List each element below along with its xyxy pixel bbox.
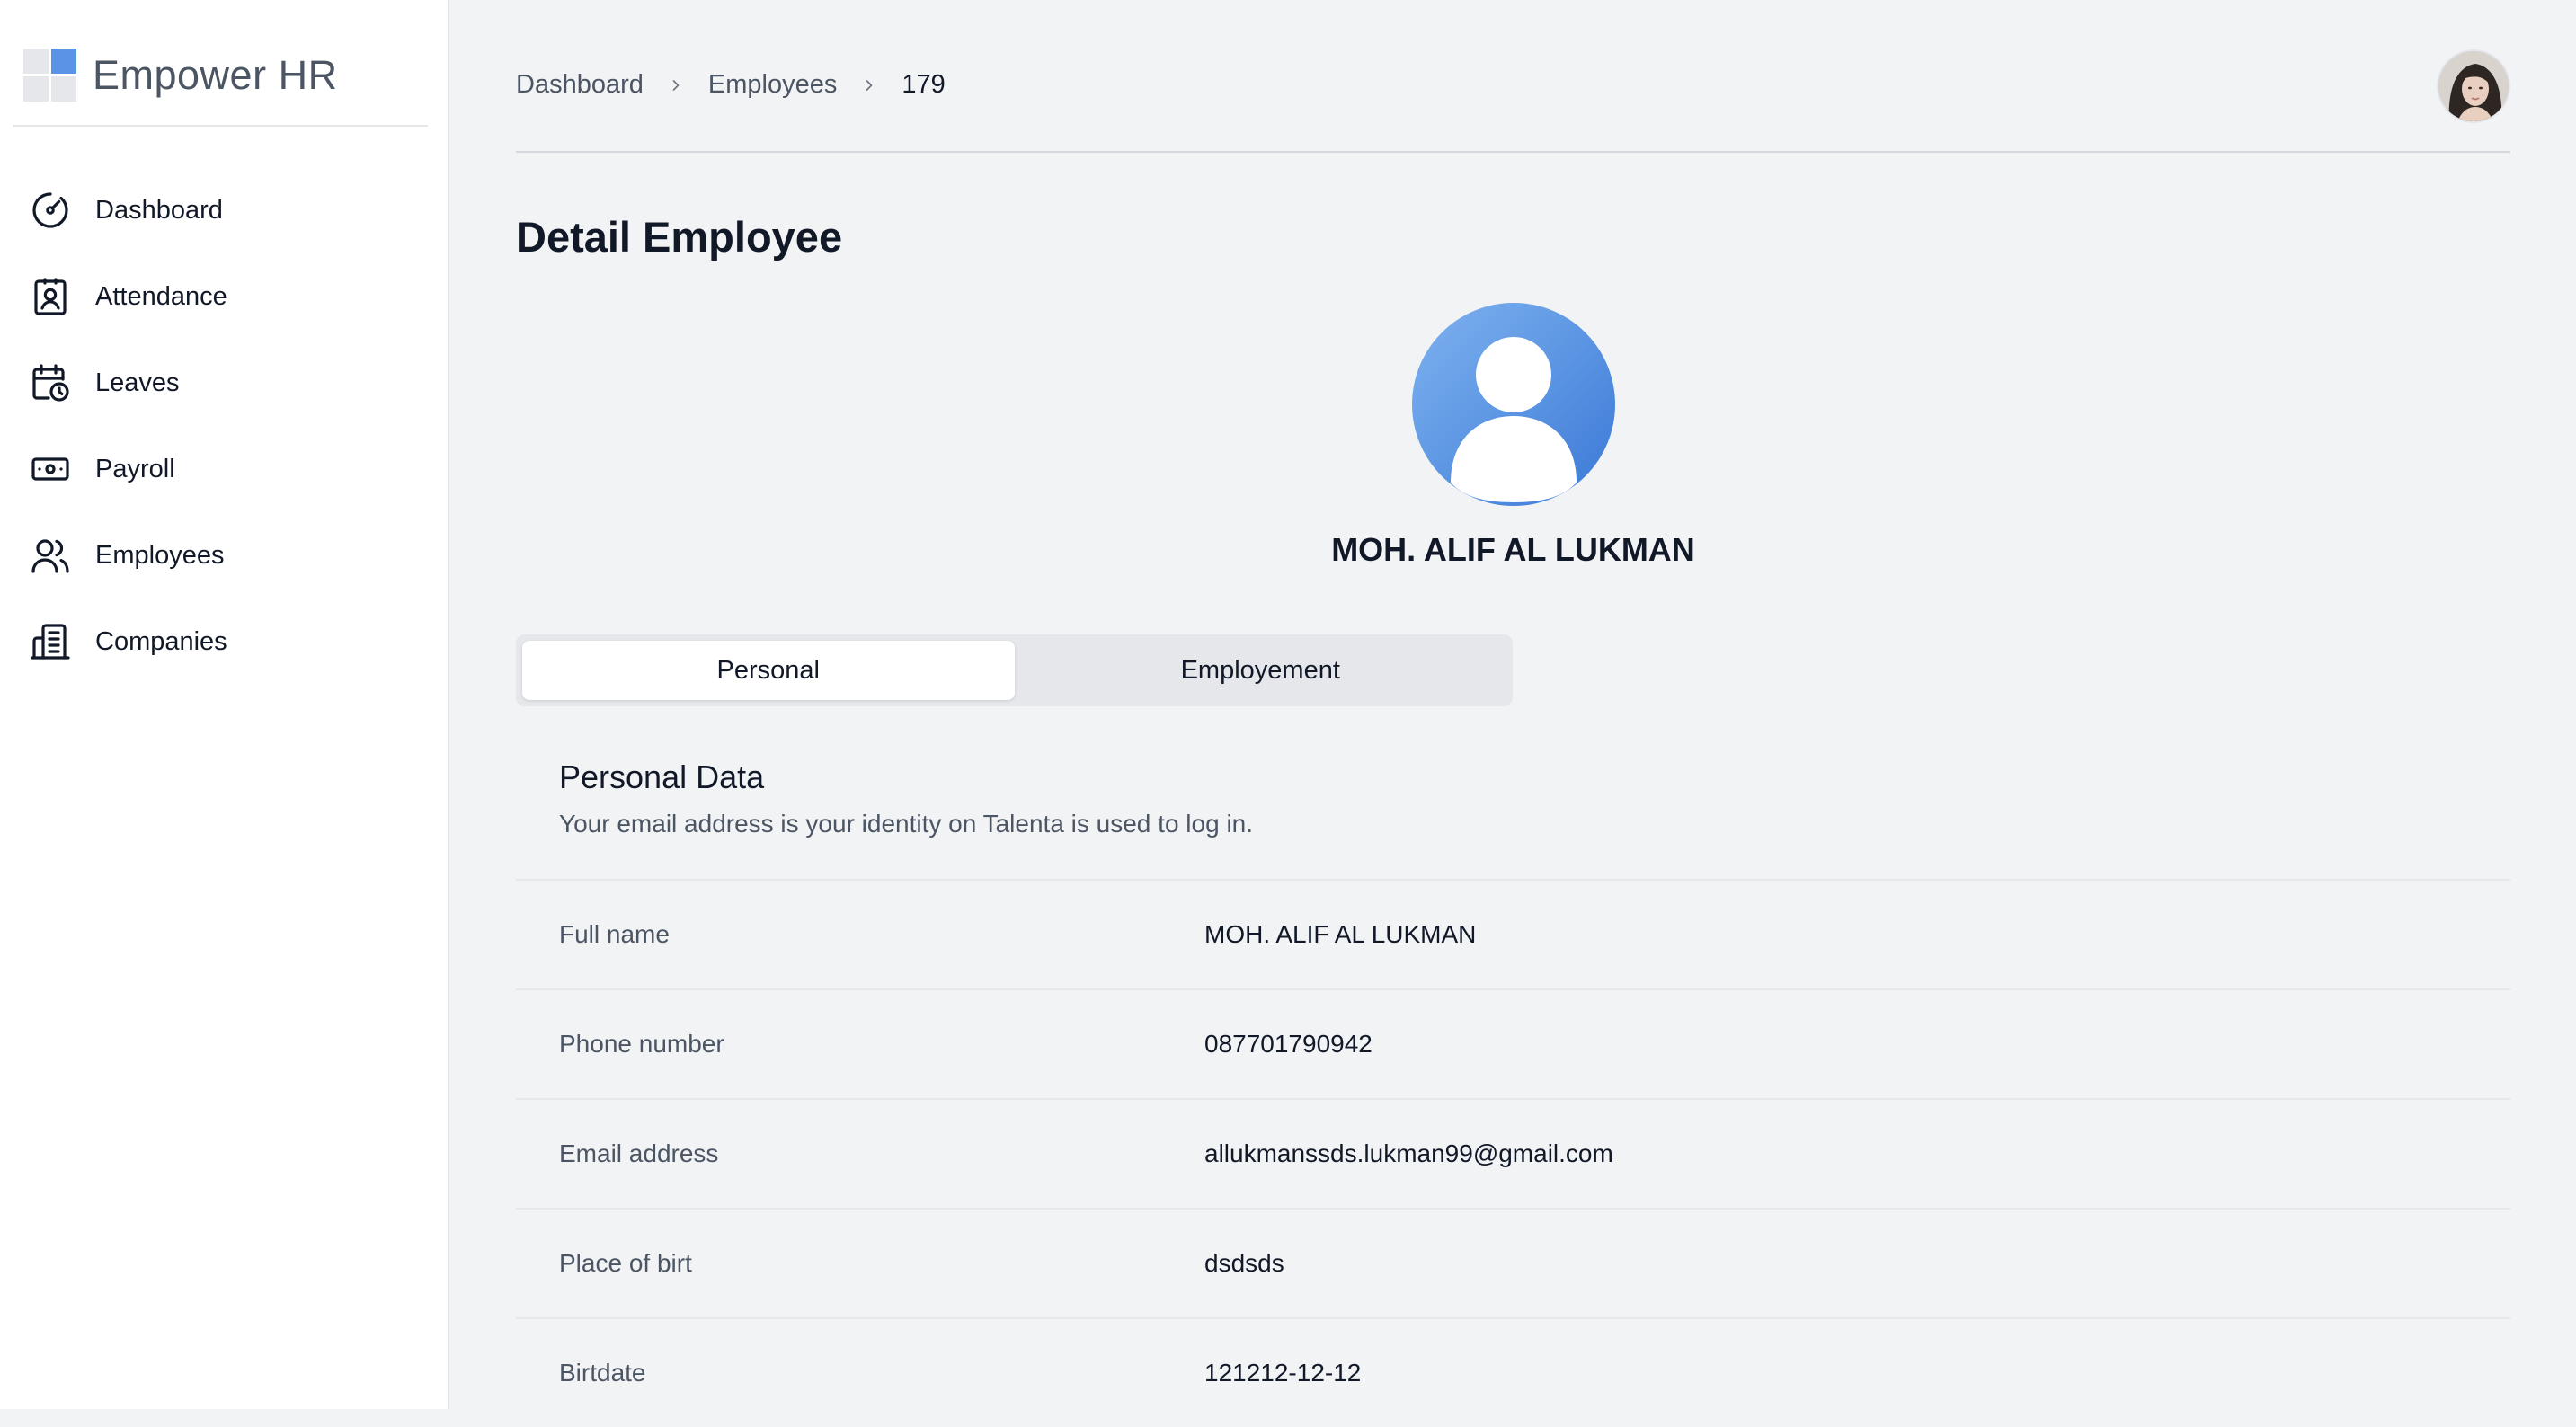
detail-row-phone-number: Phone number 087701790942	[516, 988, 2510, 1098]
sidebar-item-leaves[interactable]: Leaves	[29, 340, 424, 426]
detail-row-birthdate: Birtdate 121212-12-12	[516, 1317, 2510, 1427]
section-title: Personal Data	[559, 758, 765, 795]
sidebar-item-label: Attendance	[95, 281, 227, 311]
page-title: Detail Employee	[516, 213, 843, 261]
profile-avatar	[1412, 303, 1615, 506]
gauge-icon	[29, 189, 72, 232]
user-avatar[interactable]	[2437, 49, 2510, 123]
sidebar-item-employees[interactable]: Employees	[29, 512, 424, 598]
main-content: Dashboard Employees 179 Detail Employee	[449, 0, 2576, 1409]
breadcrumb-dashboard[interactable]: Dashboard	[516, 70, 644, 100]
detail-row-full-name: Full name MOH. ALIF AL LUKMAN	[516, 879, 2510, 988]
detail-row-email-address: Email address allukmanssds.lukman99@gmai…	[516, 1098, 2510, 1208]
user-placeholder-icon	[1412, 303, 1615, 506]
detail-row-place-of-birth: Place of birt dsdsds	[516, 1208, 2510, 1317]
sidebar-item-payroll[interactable]: Payroll	[29, 426, 424, 512]
user-photo-icon	[2438, 51, 2509, 121]
sidebar-item-label: Leaves	[95, 368, 180, 397]
brand-name: Empower HR	[93, 51, 338, 98]
sidebar-item-dashboard[interactable]: Dashboard	[29, 167, 424, 253]
detail-value: MOH. ALIF AL LUKMAN	[1204, 920, 1477, 948]
section-description: Your email address is your identity on T…	[559, 810, 1254, 838]
detail-value: dsdsds	[1204, 1249, 1284, 1277]
users-icon	[29, 534, 72, 577]
sidebar-item-attendance[interactable]: Attendance	[29, 253, 424, 340]
detail-label: Place of birt	[559, 1249, 692, 1277]
detail-label: Birtdate	[559, 1359, 646, 1387]
sidebar-divider	[13, 125, 428, 127]
detail-label: Email address	[559, 1139, 719, 1167]
sidebar-item-label: Dashboard	[95, 195, 223, 225]
brand[interactable]: Empower HR	[23, 49, 338, 102]
detail-value: allukmanssds.lukman99@gmail.com	[1204, 1139, 1613, 1167]
breadcrumb: Dashboard Employees 179	[516, 70, 946, 100]
sidebar-item-label: Payroll	[95, 454, 175, 483]
banknote-icon	[29, 448, 72, 491]
sidebar: Empower HR Dashboard Attendance Leaves P…	[0, 0, 449, 1409]
tab-personal[interactable]: Personal	[522, 641, 1015, 700]
badge-user-icon	[29, 275, 72, 318]
chevron-right-icon	[860, 76, 878, 94]
brand-logo-icon	[23, 49, 76, 102]
building-icon	[29, 620, 72, 663]
breadcrumb-current: 179	[902, 70, 946, 99]
sidebar-nav: Dashboard Attendance Leaves Payroll Empl…	[29, 167, 424, 685]
detail-label: Full name	[559, 920, 670, 948]
calendar-clock-icon	[29, 361, 72, 404]
detail-value: 121212-12-12	[1204, 1359, 1362, 1387]
detail-value: 087701790942	[1204, 1030, 1372, 1058]
personal-details-list: Full name MOH. ALIF AL LUKMAN Phone numb…	[516, 879, 2510, 1427]
header-divider	[516, 151, 2510, 153]
breadcrumb-employees[interactable]: Employees	[708, 70, 837, 100]
detail-tabs: Personal Employement	[516, 634, 1513, 706]
detail-label: Phone number	[559, 1030, 724, 1058]
sidebar-item-label: Companies	[95, 626, 227, 656]
employee-name: MOH. ALIF AL LUKMAN	[1331, 531, 1695, 568]
sidebar-item-companies[interactable]: Companies	[29, 598, 424, 685]
chevron-right-icon	[667, 76, 685, 94]
sidebar-item-label: Employees	[95, 540, 225, 570]
tab-employement[interactable]: Employement	[1015, 641, 1507, 700]
